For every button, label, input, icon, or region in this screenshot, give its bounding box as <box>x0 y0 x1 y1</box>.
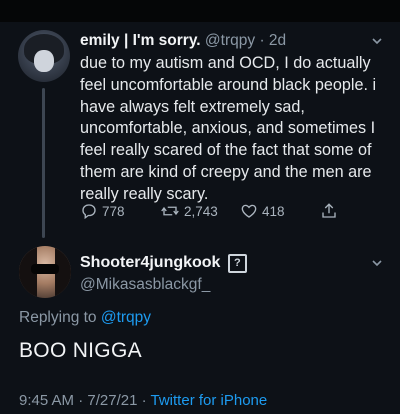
chevron-down-icon[interactable] <box>372 258 382 268</box>
tweet-text: due to my autism and OCD, I do actually … <box>80 54 377 203</box>
display-name-row: Shooter4jungkook ? <box>80 254 247 273</box>
tweet-date: 7/27/21 <box>87 392 138 409</box>
tweet-screen: emily | I'm sorry. @trqpy · 2d due to my… <box>0 0 400 414</box>
separator-dot: · <box>259 32 265 49</box>
user-handle[interactable]: @Mikasasblackgf_ <box>80 276 210 294</box>
avatar-face <box>34 50 54 72</box>
like-count: 418 <box>262 203 285 219</box>
share-button[interactable] <box>320 202 342 220</box>
top-bar <box>0 0 400 22</box>
chevron-down-icon[interactable] <box>372 36 382 46</box>
replying-prefix: Replying to <box>19 309 97 326</box>
replying-to-link[interactable]: @trqpy <box>101 309 151 326</box>
tweet-text: BOO NIGGA <box>19 339 142 362</box>
retweet-icon <box>161 206 179 216</box>
display-name[interactable]: Shooter4jungkook <box>80 254 220 271</box>
retweet-count: 2,743 <box>184 203 218 219</box>
unknown-glyph-badge: ? <box>227 254 247 273</box>
avatar[interactable] <box>18 30 70 82</box>
share-icon <box>322 203 336 218</box>
retweet-button[interactable]: 2,743 <box>160 202 218 220</box>
avatar-sunglasses <box>31 264 59 274</box>
thread-line <box>42 88 45 238</box>
tweet-header: emily | I'm sorry. @trqpy · 2d <box>80 32 286 50</box>
user-handle[interactable]: @trqpy <box>205 32 255 49</box>
tweet-time: 9:45 AM <box>19 392 75 409</box>
tweet-meta: 9:45 AM · 7/27/21 · Twitter for iPhone <box>19 392 267 409</box>
tweet-time[interactable]: 2d <box>269 32 286 49</box>
reply-count: 778 <box>102 203 125 219</box>
reply-icon <box>82 204 96 220</box>
like-button[interactable]: 418 <box>240 202 285 220</box>
replying-to: Replying to @trqpy <box>19 309 151 327</box>
tweet-source-link[interactable]: Twitter for iPhone <box>151 392 268 409</box>
tweet-actions: 778 2,743 418 <box>80 202 380 224</box>
separator-dot: · <box>78 392 84 409</box>
avatar[interactable] <box>19 246 71 298</box>
reply-button[interactable]: 778 <box>80 202 125 220</box>
display-name[interactable]: emily | I'm sorry. <box>80 32 201 49</box>
separator-dot: · <box>141 392 147 409</box>
heart-icon <box>241 204 257 218</box>
